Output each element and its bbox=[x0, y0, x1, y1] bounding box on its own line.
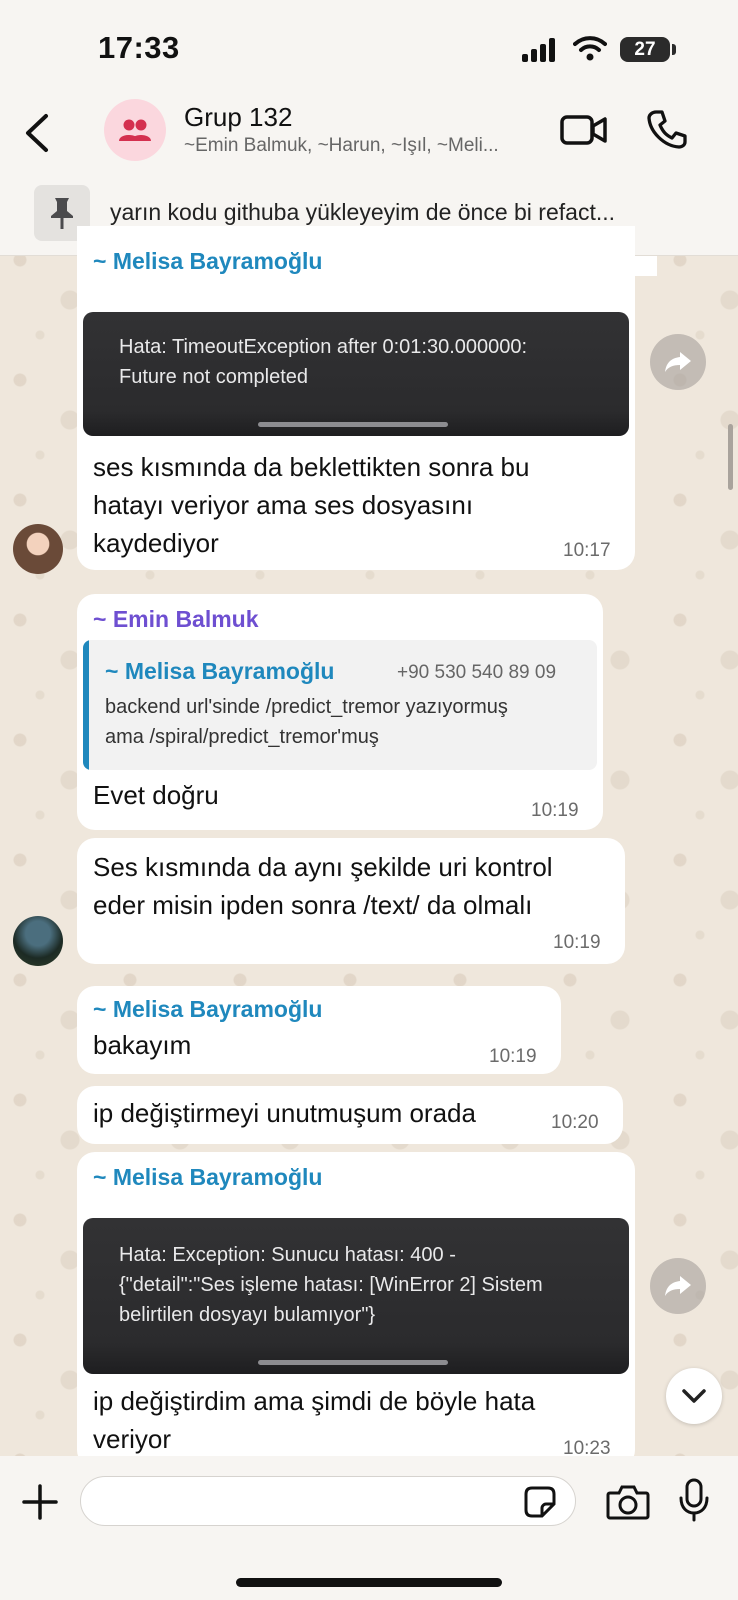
message-text: kaydediyor bbox=[93, 528, 219, 558]
quoted-message[interactable]: ~ Melisa Bayramoğlu +90 530 540 89 09 ba… bbox=[83, 640, 597, 770]
scroll-indicator bbox=[258, 422, 448, 427]
forward-arrow-icon bbox=[665, 1276, 691, 1296]
forward-button[interactable] bbox=[650, 1258, 706, 1314]
sender-name[interactable]: ~ Melisa Bayramoğlu bbox=[93, 996, 322, 1023]
battery-indicator: 27 bbox=[620, 37, 670, 62]
message-composer bbox=[0, 1456, 738, 1600]
group-title[interactable]: Grup 132 bbox=[184, 102, 292, 133]
people-icon bbox=[119, 119, 151, 141]
error-line: {"detail":"Ses işleme hatası: [WinError … bbox=[119, 1274, 543, 1296]
message-time: 10:19 bbox=[489, 1046, 537, 1067]
error-line: Hata: Exception: Sunucu hatası: 400 - bbox=[119, 1244, 456, 1266]
chat-scrollbar[interactable] bbox=[728, 424, 733, 490]
quote-sender: ~ Melisa Bayramoğlu bbox=[105, 658, 335, 684]
status-time: 17:33 bbox=[98, 30, 180, 65]
plus-icon[interactable] bbox=[20, 1482, 60, 1522]
chevron-left-icon[interactable] bbox=[18, 110, 58, 156]
battery-tip bbox=[672, 44, 676, 55]
forward-arrow-icon bbox=[665, 352, 691, 372]
message-text: Evet doğru bbox=[93, 780, 219, 810]
home-indicator bbox=[236, 1578, 502, 1587]
quote-text: ama /spiral/predict_tremor'muş bbox=[105, 726, 379, 748]
message-time: 10:19 bbox=[553, 932, 601, 953]
error-screenshot[interactable]: Hata: TimeoutException after 0:01:30.000… bbox=[83, 312, 629, 436]
quote-accent bbox=[83, 640, 89, 770]
sender-name[interactable]: ~ Melisa Bayramoğlu bbox=[93, 248, 322, 275]
forward-button[interactable] bbox=[650, 334, 706, 390]
video-camera-icon[interactable] bbox=[560, 112, 608, 148]
quote-text: backend url'sinde /predict_tremor yazıyo… bbox=[105, 696, 508, 718]
message-bubble[interactable]: ~ Melisa Bayramoğlu bakayım 10:19 bbox=[77, 986, 561, 1074]
sender-name[interactable]: ~ Emin Balmuk bbox=[93, 606, 259, 633]
message-time: 10:17 bbox=[563, 540, 611, 561]
message-bubble[interactable]: ~ Melisa Bayramoğlu Hata: TimeoutExcepti… bbox=[77, 226, 635, 570]
message-text: eder misin ipden sonra /text/ da olmalı bbox=[93, 890, 533, 920]
avatar[interactable] bbox=[13, 916, 63, 966]
error-line: belirtilen dosyayı bulamıyor"} bbox=[119, 1304, 376, 1326]
pinned-text: yarın kodu githuba yükleyeyim de önce bi… bbox=[110, 199, 616, 225]
message-bubble[interactable]: ~ Emin Balmuk ~ Melisa Bayramoğlu +90 53… bbox=[77, 594, 603, 830]
status-bar: 17:33 27 bbox=[0, 0, 738, 92]
chevron-down-icon bbox=[682, 1389, 706, 1403]
camera-icon[interactable] bbox=[606, 1484, 650, 1520]
avatar[interactable] bbox=[13, 524, 63, 574]
message-input[interactable] bbox=[80, 1476, 576, 1526]
message-text: ses kısmında da beklettikten sonra bu bbox=[93, 452, 530, 482]
error-line: Future not completed bbox=[119, 366, 308, 388]
group-avatar[interactable] bbox=[104, 99, 166, 161]
scroll-indicator bbox=[258, 1360, 448, 1365]
message-time: 10:19 bbox=[531, 800, 579, 821]
group-members[interactable]: ~Emin Balmuk, ~Harun, ~Işıl, ~Meli... bbox=[184, 135, 544, 157]
quote-phone: +90 530 540 89 09 bbox=[397, 662, 557, 683]
message-text: Ses kısmında da aynı şekilde uri kontrol bbox=[93, 852, 553, 882]
cellular-signal-icon bbox=[522, 38, 558, 62]
chat-header: Grup 132 ~Emin Balmuk, ~Harun, ~Işıl, ~M… bbox=[0, 92, 738, 174]
error-screenshot[interactable]: Hata: Exception: Sunucu hatası: 400 - {"… bbox=[83, 1218, 629, 1374]
wifi-icon bbox=[573, 36, 607, 61]
message-text: veriyor bbox=[93, 1424, 172, 1454]
sticker-icon[interactable] bbox=[524, 1486, 556, 1518]
error-line: Hata: TimeoutException after 0:01:30.000… bbox=[119, 336, 528, 358]
microphone-icon[interactable] bbox=[678, 1478, 710, 1522]
message-text: hatayı veriyor ama ses dosyasını bbox=[93, 490, 474, 520]
sender-name[interactable]: ~ Melisa Bayramoğlu bbox=[93, 1164, 322, 1191]
message-text: ip değiştirdim ama şimdi de böyle hata bbox=[93, 1386, 536, 1416]
message-bubble[interactable]: Ses kısmında da aynı şekilde uri kontrol… bbox=[77, 838, 625, 964]
message-text: ip değiştirmeyi unutmuşum orada bbox=[93, 1098, 476, 1128]
message-bubble[interactable]: ~ Melisa Bayramoğlu Hata: Exception: Sun… bbox=[77, 1152, 635, 1468]
message-text: bakayım bbox=[93, 1030, 192, 1060]
message-bubble[interactable]: ip değiştirmeyi unutmuşum orada 10:20 bbox=[77, 1086, 623, 1144]
pin-icon bbox=[51, 198, 73, 229]
scroll-to-bottom-button[interactable] bbox=[666, 1368, 722, 1424]
phone-icon[interactable] bbox=[646, 108, 688, 150]
message-time: 10:20 bbox=[551, 1112, 599, 1133]
